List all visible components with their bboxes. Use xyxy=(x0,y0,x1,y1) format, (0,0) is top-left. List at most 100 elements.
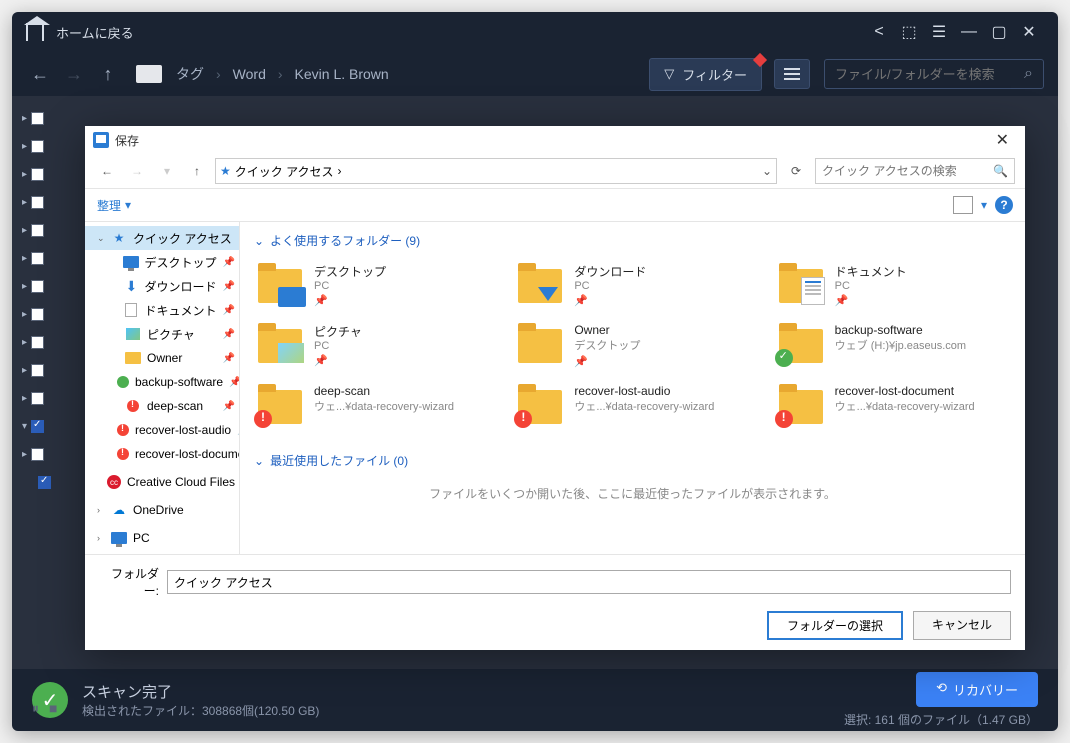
nav-up-icon[interactable]: ↑ xyxy=(94,60,122,88)
dialog-close-icon[interactable]: ✕ xyxy=(988,128,1017,152)
sidebar-item[interactable]: Owner📌 xyxy=(85,346,239,370)
folder-name: backup-software xyxy=(835,323,1007,337)
folder-item[interactable]: Ownerデスクトップ📌 xyxy=(514,319,750,372)
dialog-toolbar: 整理 ▾ ▾ ? xyxy=(85,188,1025,222)
chevron-right-icon: › xyxy=(338,164,342,178)
folder-item[interactable]: backup-softwareウェブ (H:)¥jp.easeus.com xyxy=(775,319,1011,372)
creative-cloud-icon: cc xyxy=(107,475,121,489)
folder-name: recover-lost-document xyxy=(835,384,1007,398)
sidebar-item-label: recover-lost-document xyxy=(135,447,240,461)
folder-field[interactable] xyxy=(167,570,1011,594)
filter-label: フィルター xyxy=(682,65,747,84)
disk-icon[interactable] xyxy=(136,65,162,83)
sidebar-item[interactable]: ⬇ダウンロード📌 xyxy=(85,274,239,298)
sidebar-item-label: デスクトップ xyxy=(145,254,217,271)
nav-back-icon[interactable]: ← xyxy=(26,60,54,88)
dialog-titlebar: 保存 ✕ xyxy=(85,126,1025,154)
breadcrumb-item[interactable]: Kevin L. Brown xyxy=(295,66,389,82)
folder-field-label: フォルダー: xyxy=(99,565,159,599)
pin-icon: 📌 xyxy=(229,377,240,388)
folder-name: Owner xyxy=(574,323,746,337)
search-input[interactable] xyxy=(835,67,1018,82)
chevron-down-icon[interactable]: ▾ xyxy=(981,198,987,212)
sidebar-item[interactable]: ⌄★クイック アクセス xyxy=(85,226,239,250)
maximize-icon[interactable]: ▢ xyxy=(984,17,1014,47)
dlg-forward-icon: → xyxy=(125,159,149,183)
path-bar[interactable]: ★ クイック アクセス › ⌄ xyxy=(215,158,777,184)
search-icon[interactable]: 🔍 xyxy=(993,164,1008,178)
menu-icon[interactable]: ☰ xyxy=(924,17,954,47)
search-icon[interactable]: ⌕ xyxy=(1024,65,1033,83)
sidebar-item[interactable]: cc Creative Cloud Files xyxy=(85,470,239,494)
pin-icon: 📌 xyxy=(314,354,486,367)
sidebar-item[interactable]: ピクチャ📌 xyxy=(85,322,239,346)
pause-icon[interactable]: ⏸ xyxy=(32,700,39,717)
section-recent-files[interactable]: ⌄ 最近使用したファイル (0) xyxy=(254,452,1011,469)
organize-label: 整理 xyxy=(97,197,121,214)
sidebar-item[interactable]: recover-lost-audio📌 xyxy=(85,418,239,442)
select-folder-button[interactable]: フォルダーの選択 xyxy=(767,611,903,640)
sidebar-item[interactable]: recover-lost-document📌 xyxy=(85,442,239,466)
sidebar-item[interactable]: ›PC xyxy=(85,526,239,550)
breadcrumb-tag[interactable]: タグ xyxy=(176,64,204,84)
bookmark-icon[interactable]: ⬚ xyxy=(894,17,924,47)
close-icon[interactable]: ✕ xyxy=(1014,17,1044,47)
dlg-up-icon[interactable]: ↑ xyxy=(185,159,209,183)
recovery-button[interactable]: ⟲ リカバリー xyxy=(916,672,1038,707)
folder-item[interactable]: ダウンロードPC📌 xyxy=(514,259,750,311)
sidebar-item-label: Creative Cloud Files xyxy=(127,475,235,489)
folder-item[interactable]: ドキュメントPC📌 xyxy=(775,259,1011,311)
folder-location: PC xyxy=(314,280,486,292)
pin-icon: 📌 xyxy=(223,401,235,412)
recovery-label: リカバリー xyxy=(953,680,1018,699)
home-icon[interactable] xyxy=(26,23,44,41)
sidebar-item[interactable]: デスクトップ📌 xyxy=(85,250,239,274)
section-frequent-folders[interactable]: ⌄ よく使用するフォルダー (9) xyxy=(254,232,1011,249)
view-mode-icon[interactable] xyxy=(953,196,973,214)
folder-item[interactable]: recover-lost-documentウェ...¥data-recovery… xyxy=(775,380,1011,432)
folder-location: ウェ...¥data-recovery-wizard xyxy=(835,398,1007,414)
folder-location: ウェ...¥data-recovery-wizard xyxy=(314,398,486,414)
sidebar-item-label: OneDrive xyxy=(133,503,184,517)
share-icon[interactable]: < xyxy=(864,17,894,47)
dialog-search-input[interactable] xyxy=(822,164,993,178)
pin-icon: 📌 xyxy=(574,355,746,368)
help-icon[interactable]: ? xyxy=(995,196,1013,214)
folder-name: ダウンロード xyxy=(574,263,746,280)
breadcrumb-item[interactable]: Word xyxy=(233,66,266,82)
dlg-back-icon[interactable]: ← xyxy=(95,159,119,183)
search-box: ⌕ xyxy=(824,59,1044,89)
chevron-down-icon[interactable]: ⌄ xyxy=(762,164,772,178)
sidebar-item[interactable]: ›☁OneDrive xyxy=(85,498,239,522)
refresh-icon[interactable]: ⟳ xyxy=(783,158,809,184)
sidebar-item[interactable]: ドキュメント📌 xyxy=(85,298,239,322)
organize-button[interactable]: 整理 ▾ xyxy=(97,197,131,214)
folder-location: PC xyxy=(314,340,486,352)
sidebar-item[interactable]: backup-software📌 xyxy=(85,370,239,394)
hamburger-button[interactable] xyxy=(774,59,810,89)
pin-icon: 📌 xyxy=(223,281,235,292)
sidebar-item[interactable]: deep-scan📌 xyxy=(85,394,239,418)
chevron-right-icon: › xyxy=(216,66,221,82)
folder-name: deep-scan xyxy=(314,384,486,398)
alert-icon xyxy=(254,410,272,428)
sidebar-item-label: クイック アクセス xyxy=(133,230,232,247)
folder-item[interactable]: deep-scanウェ...¥data-recovery-wizard xyxy=(254,380,490,432)
cancel-button[interactable]: キャンセル xyxy=(913,611,1011,640)
section-label: 最近使用したファイル (0) xyxy=(270,452,408,469)
selection-info: 選択: 161 個のファイル（1.47 GB） xyxy=(844,711,1038,728)
chevron-down-icon: ⌄ xyxy=(254,454,264,468)
folder-item[interactable]: デスクトップPC📌 xyxy=(254,259,490,311)
minimize-icon[interactable]: — xyxy=(954,17,984,47)
filter-button[interactable]: ▽ フィルター xyxy=(649,58,762,91)
download-icon: ⬇ xyxy=(124,279,138,293)
chevron-down-icon: ⌄ xyxy=(254,234,264,248)
pin-icon: 📌 xyxy=(574,294,746,307)
folder-name: デスクトップ xyxy=(314,263,486,280)
stop-icon[interactable]: ■ xyxy=(49,700,57,717)
folder-item[interactable]: recover-lost-audioウェ...¥data-recovery-wi… xyxy=(514,380,750,432)
folder-item[interactable]: ピクチャPC📌 xyxy=(254,319,490,372)
dlg-dropdown-icon[interactable]: ▾ xyxy=(155,159,179,183)
home-label[interactable]: ホームに戻る xyxy=(56,23,134,42)
monitor-icon xyxy=(123,255,139,269)
